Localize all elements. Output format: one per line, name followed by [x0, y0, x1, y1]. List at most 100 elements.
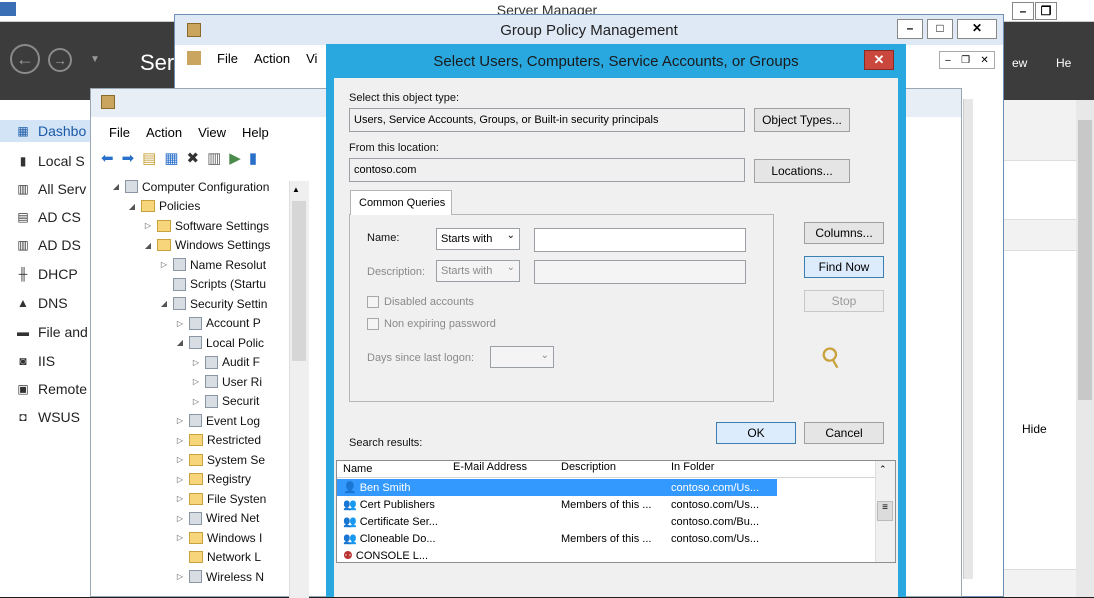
sidebar-item-file-services[interactable]: ▬ File and	[16, 321, 88, 343]
back-icon[interactable]: ←	[10, 44, 40, 74]
gpm-maximize-button[interactable]: □	[927, 19, 953, 39]
sidebar-item-remote[interactable]: ▣ Remote	[16, 378, 87, 400]
tree-scroll-thumb[interactable]	[292, 201, 306, 361]
gpm-minimize-button[interactable]: –	[897, 19, 923, 39]
tree-node[interactable]: ▷ Account P	[175, 314, 261, 333]
stop-button[interactable]: Stop	[804, 290, 884, 312]
expanded-arrow-icon[interactable]: ◢	[111, 182, 121, 191]
tree-node[interactable]: ▷ Software Settings	[143, 216, 269, 235]
tree-node[interactable]: Scripts (Startu	[159, 275, 266, 294]
gpm-app-menu-icon[interactable]	[187, 51, 201, 65]
expanded-arrow-icon[interactable]: ◢	[143, 241, 153, 250]
days-since-logon-select[interactable]: ⌄	[490, 346, 554, 368]
tree-node[interactable]: ◢ Local Polic	[175, 333, 264, 352]
gpme-menu-view[interactable]: View	[198, 125, 226, 140]
tree-node[interactable]: ◢ Security Settin	[159, 294, 267, 313]
collapsed-arrow-icon[interactable]: ▷	[175, 319, 185, 328]
sidebar-item-wsus[interactable]: ◘ WSUS	[16, 406, 80, 428]
column-header-email[interactable]: E-Mail Address	[447, 461, 555, 477]
description-mode-select[interactable]: Starts with ⌄	[436, 260, 520, 282]
hide-link[interactable]: Hide	[1022, 422, 1047, 436]
gpme-menu-help[interactable]: Help	[242, 125, 269, 140]
collapsed-arrow-icon[interactable]: ▷	[175, 514, 185, 523]
sidebar-item-ad-cs[interactable]: ▤ AD CS	[16, 206, 80, 228]
collapsed-arrow-icon[interactable]: ▷	[175, 416, 185, 425]
back-arrow-icon[interactable]: ⬅	[101, 149, 114, 167]
tree-node[interactable]: ▷ Securit	[191, 392, 259, 411]
sidebar-item-local-server[interactable]: ▮ Local S	[16, 150, 85, 172]
results-scroll-thumb[interactable]: ≡	[877, 501, 893, 521]
mdi-restore-icon[interactable]: ❐	[961, 55, 970, 66]
collapsed-arrow-icon[interactable]: ▷	[175, 533, 185, 542]
column-header-description[interactable]: Description	[555, 461, 665, 477]
tree-node[interactable]: ▷ Wireless N	[175, 567, 264, 586]
dialog-close-button[interactable]: ✕	[864, 50, 894, 70]
tree-node[interactable]: ◢ Windows Settings	[143, 236, 270, 255]
cancel-button[interactable]: Cancel	[804, 422, 884, 444]
collapsed-arrow-icon[interactable]: ▷	[175, 455, 185, 464]
tree-node[interactable]: ▷ User Ri	[191, 372, 262, 391]
collapsed-arrow-icon[interactable]: ▷	[175, 572, 185, 581]
tree-node[interactable]: ◢ Policies	[127, 197, 200, 216]
up-folder-icon[interactable]: ▤	[142, 149, 156, 167]
tree-node[interactable]: ▷ Wired Net	[175, 509, 259, 528]
collapsed-arrow-icon[interactable]: ▷	[175, 475, 185, 484]
expanded-arrow-icon[interactable]: ◢	[175, 338, 185, 347]
mdi-close-icon[interactable]: ✕	[980, 55, 988, 66]
collapsed-arrow-icon[interactable]: ▷	[191, 358, 201, 367]
tree-node[interactable]: ▷ Audit F	[191, 353, 260, 372]
table-row[interactable]: 👥 Certificate Ser... contoso.com/Bu...	[337, 513, 777, 530]
disabled-accounts-checkbox[interactable]: Disabled accounts	[367, 296, 474, 308]
collapsed-arrow-icon[interactable]: ▷	[191, 397, 201, 406]
column-header-in-folder[interactable]: In Folder	[665, 461, 777, 477]
gpm-mdi-controls[interactable]: – ❐ ✕	[939, 51, 995, 69]
table-row[interactable]: 👥 Cloneable Do... Members of this ... conto…	[337, 530, 777, 547]
expanded-arrow-icon[interactable]: ◢	[127, 202, 137, 211]
forward-arrow-icon[interactable]: ➡	[122, 149, 135, 167]
tree-node[interactable]: ▷ Name Resolut	[159, 255, 266, 274]
object-types-button[interactable]: Object Types...	[754, 108, 850, 132]
tree-node[interactable]: ▷ System Se	[175, 450, 265, 469]
tree-node[interactable]: ▷ Restricted	[175, 431, 261, 450]
sm-restore-button[interactable]: ❐	[1035, 2, 1057, 20]
table-row[interactable]: 👥 Cert Publishers Members of this ... conto…	[337, 496, 777, 513]
gpme-menu-action[interactable]: Action	[146, 125, 182, 140]
gpme-menu-file[interactable]: File	[109, 125, 130, 140]
tab-common-queries[interactable]: Common Queries	[350, 190, 452, 215]
forward-icon[interactable]: →	[48, 48, 72, 72]
gpm-menu-action[interactable]: Action	[254, 51, 290, 66]
tree-scroll-up-icon[interactable]: ▲	[292, 185, 300, 194]
sidebar-item-iis[interactable]: ◙ IIS	[16, 350, 55, 372]
collapsed-arrow-icon[interactable]: ▷	[191, 377, 201, 386]
sm-scroll-thumb[interactable]	[1078, 120, 1092, 400]
collapsed-arrow-icon[interactable]: ▷	[159, 260, 169, 269]
description-input[interactable]	[534, 260, 746, 284]
delete-icon[interactable]: ✖	[187, 149, 200, 167]
results-scroll-up-icon[interactable]: ⌃	[879, 464, 887, 475]
tree-node[interactable]: ▷ Registry	[175, 470, 251, 489]
gpm-menu-file[interactable]: File	[217, 51, 238, 66]
columns-button[interactable]: Columns...	[804, 222, 884, 244]
collapsed-arrow-icon[interactable]: ▷	[175, 494, 185, 503]
mdi-minimize-icon[interactable]: –	[945, 55, 951, 66]
find-now-button[interactable]: Find Now	[804, 256, 884, 278]
tree-node[interactable]: ▷ Windows I	[175, 528, 262, 547]
gpm-scrollbar[interactable]	[963, 99, 973, 579]
collapsed-arrow-icon[interactable]: ▷	[175, 436, 185, 445]
table-row[interactable]: 👤 Ben Smith contoso.com/Us...	[337, 479, 777, 496]
sidebar-item-ad-ds[interactable]: ▥ AD DS	[16, 234, 80, 256]
nav-dropdown-icon[interactable]: ▼	[90, 54, 100, 65]
sidebar-item-all-servers[interactable]: ▥ All Serv	[16, 178, 86, 200]
show-hide-tree-icon[interactable]: ▦	[164, 149, 178, 167]
export-icon[interactable]: ▶	[229, 149, 241, 167]
tree-node[interactable]: Network L	[175, 548, 261, 567]
sm-minimize-button[interactable]: –	[1012, 2, 1034, 20]
locations-button[interactable]: Locations...	[754, 159, 850, 183]
tree-node[interactable]: ▷ File Systen	[175, 489, 266, 508]
column-header-name[interactable]: Name	[337, 461, 447, 477]
tree-node[interactable]: ▷ Event Log	[175, 411, 260, 430]
sidebar-item-dns[interactable]: ▲ DNS	[16, 292, 68, 314]
menu-view[interactable]: ew	[1012, 56, 1027, 70]
properties-icon[interactable]: ▥	[207, 149, 221, 167]
tree-node[interactable]: ◢ Computer Configuration	[111, 177, 269, 196]
